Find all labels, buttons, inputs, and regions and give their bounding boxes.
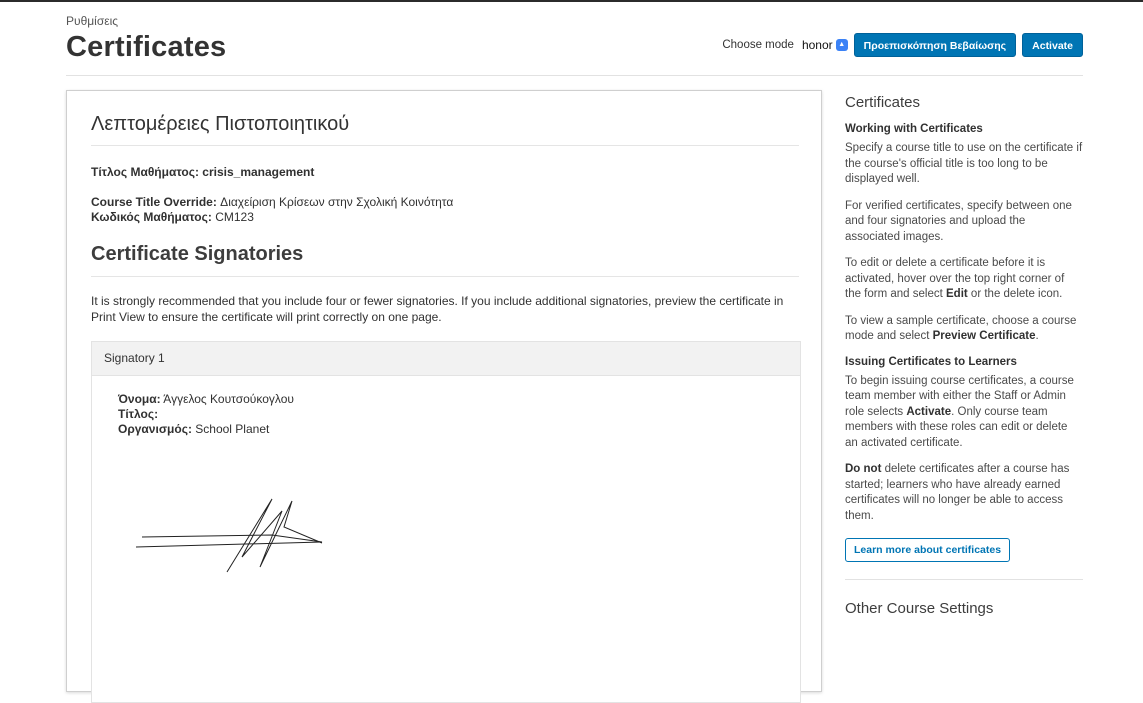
signatory-org-value: School Planet	[195, 422, 270, 436]
activate-button[interactable]: Activate	[1022, 33, 1083, 57]
sidebar-paragraph: For verified certificates, specify betwe…	[845, 199, 1072, 243]
sidebar-text: .	[1035, 330, 1039, 342]
sidebar-text: or the delete icon.	[967, 288, 1063, 300]
divider	[91, 145, 799, 146]
sidebar-paragraph: To view a sample certificate, choose a c…	[845, 314, 1083, 345]
sidebar-paragraph: To edit or delete a certificate before i…	[845, 256, 1083, 303]
course-title-line: Τίτλος Μαθήματος: crisis_management	[91, 165, 314, 179]
header-divider	[66, 75, 1083, 76]
course-title-label: Τίτλος Μαθήματος:	[91, 165, 199, 179]
signatory-header: Signatory 1	[92, 342, 800, 376]
sidebar-divider	[845, 579, 1083, 580]
signatory-organization: Οργανισμός: School Planet	[118, 422, 269, 436]
sidebar-bold-edit: Edit	[946, 288, 968, 300]
certificate-details-card: Λεπτομέρειες Πιστοποιητικού Τίτλος Μαθήμ…	[66, 90, 822, 703]
sidebar-paragraph: Specify a course title to use on the cer…	[845, 142, 1083, 185]
sidebar-paragraph: Do not delete certificates after a cours…	[845, 462, 1083, 524]
signatory-name: Όνομα: Άγγελος Κουτσούκογλου	[118, 392, 294, 406]
signature-image	[135, 498, 323, 573]
sidebar-bold-donot: Do not	[845, 463, 882, 475]
course-code-value: CM123	[215, 210, 254, 224]
details-title: Λεπτομέρειες Πιστοποιητικού	[91, 113, 350, 135]
sidebar-section-issuing: Issuing Certificates to Learners	[845, 355, 1017, 368]
mode-select-value: honor	[801, 38, 833, 52]
mode-select[interactable]: honor ▲︎	[802, 38, 848, 52]
signatories-heading: Certificate Signatories	[91, 243, 304, 265]
other-settings-title: Other Course Settings	[845, 600, 994, 617]
override-label: Course Title Override:	[91, 195, 217, 209]
preview-certificate-button[interactable]: Προεπισκόπηση Βεβαίωσης	[853, 33, 1017, 57]
signatory-org-label: Οργανισμός:	[118, 422, 192, 436]
override-value: Διαχείριση Κρίσεων στην Σχολική Κοινότητ…	[220, 195, 454, 209]
page-title: Certificates	[66, 31, 227, 63]
sidebar-bold-activate: Activate	[906, 405, 952, 418]
mode-label: Choose mode	[722, 39, 794, 51]
course-code-label: Κωδικός Μαθήματος:	[91, 210, 212, 224]
sidebar-title: Certificates	[845, 94, 921, 111]
breadcrumb[interactable]: Ρυθμίσεις	[66, 14, 118, 28]
sidebar-section-working: Working with Certificates	[845, 123, 983, 135]
signatory-name-value: Άγγελος Κουτσούκογλου	[163, 392, 294, 406]
select-arrows-icon: ▲︎	[835, 39, 848, 51]
signatory-name-label: Όνομα:	[118, 392, 161, 406]
sidebar-help: Certificates Working with Certificates S…	[845, 94, 1083, 617]
course-code-line: Κωδικός Μαθήματος: CM123	[91, 210, 254, 224]
signatory-title: Τίτλος:	[118, 407, 158, 421]
divider	[91, 276, 799, 277]
sidebar-bold-preview: Preview Certificate	[932, 330, 1036, 342]
signatories-note: It is strongly recommended that you incl…	[91, 294, 784, 324]
course-title-override-line: Course Title Override: Διαχείριση Κρίσεω…	[91, 195, 453, 209]
header-actions: Choose mode honor ▲︎ Προεπισκόπηση Βεβαί…	[722, 33, 1083, 57]
learn-more-button[interactable]: Learn more about certificates	[845, 538, 1011, 562]
signatory-title-label: Τίτλος:	[118, 407, 159, 421]
course-title-value: crisis_management	[202, 165, 315, 179]
top-border	[0, 0, 1143, 2]
sidebar-paragraph: To begin issuing course certificates, a …	[845, 374, 1083, 452]
signatory-panel: Signatory 1 Όνομα: Άγγελος Κουτσούκογλου…	[91, 341, 801, 703]
